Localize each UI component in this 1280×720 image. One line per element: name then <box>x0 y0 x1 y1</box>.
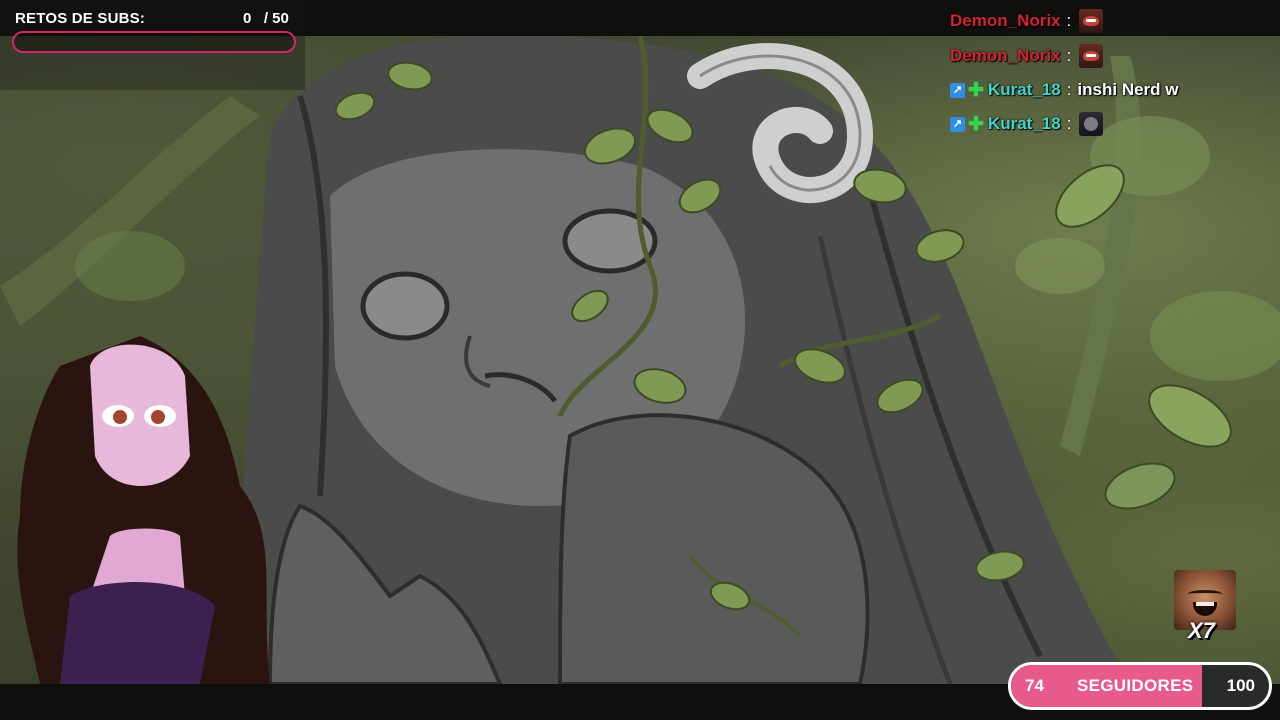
chat-username: Demon_Norix <box>950 46 1061 65</box>
pepe-rage-emote <box>1079 44 1104 68</box>
subs-goal-title: RETOS DE SUBS: <box>15 10 146 27</box>
chat-message: ↗ ✚ Kurat_18 : inshi Nerd w <box>950 77 1179 103</box>
dark-creature-emote <box>1079 112 1104 136</box>
pepe-rage-emote <box>1079 9 1104 33</box>
followers-target: 100 <box>1226 676 1255 695</box>
subs-goal-widget: RETOS DE SUBS: 0 / 50 <box>0 0 305 90</box>
chat-message: ↗ ✚ Kurat_18 : <box>950 111 1104 137</box>
chat-username: Kurat_18 <box>987 80 1061 99</box>
followers-current: 74 <box>1025 676 1044 695</box>
chat-message: Demon_Norix : <box>950 43 1104 69</box>
subs-progress-bar <box>12 31 296 53</box>
arrow-badge-icon: ↗ <box>950 82 965 98</box>
arrow-badge-icon: ↗ <box>950 116 965 132</box>
chat-text: inshi Nerd w <box>1077 80 1179 99</box>
chat-username: Demon_Norix <box>950 11 1061 30</box>
emote-combo-count: X7 <box>1188 618 1215 643</box>
chat-separator: : <box>1066 114 1072 133</box>
plus-badge-icon: ✚ <box>968 79 984 101</box>
chat-message: Demon_Norix : <box>950 8 1104 34</box>
chat-username: Kurat_18 <box>987 114 1061 133</box>
followers-goal-widget: 74 SEGUIDORES 100 <box>1008 662 1272 710</box>
chat-separator: : <box>1066 46 1072 65</box>
emote-combo: X7 <box>1174 570 1236 650</box>
chat-separator: : <box>1066 80 1072 99</box>
followers-label: SEGUIDORES <box>1077 676 1194 695</box>
chat-separator: : <box>1066 11 1072 30</box>
vtuber-avatar <box>17 336 271 684</box>
subs-goal-count: 0 / 50 <box>243 10 289 27</box>
plus-badge-icon: ✚ <box>968 113 984 135</box>
